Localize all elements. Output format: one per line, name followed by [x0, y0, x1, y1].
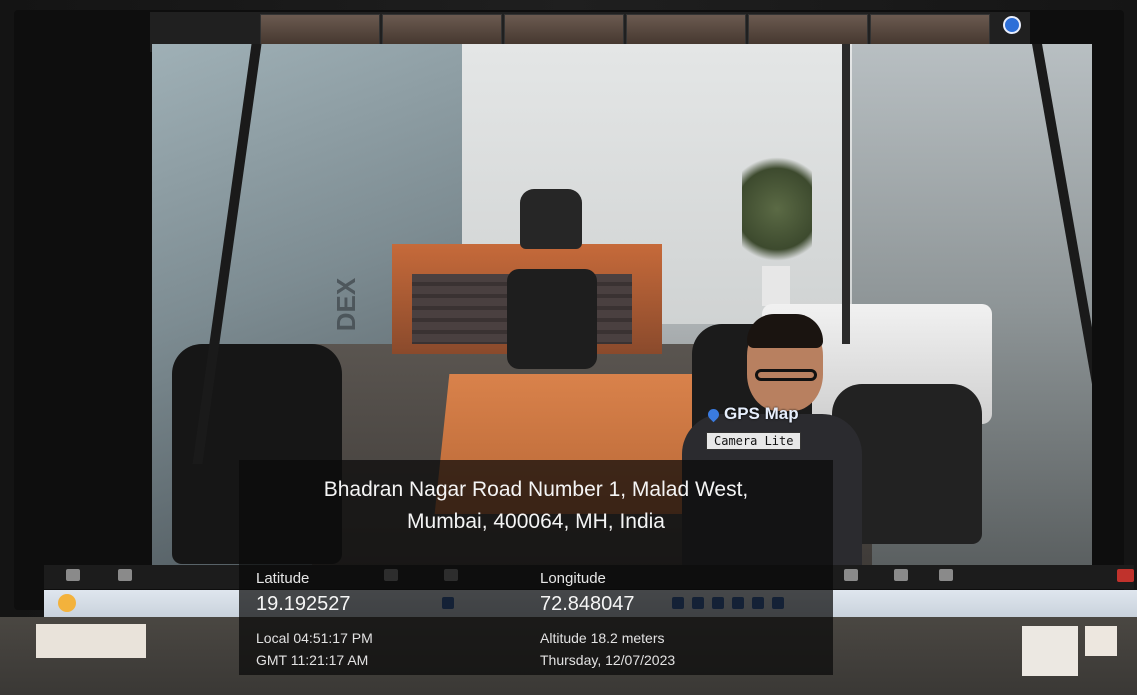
altitude: Altitude 18.2 meters [540, 630, 665, 646]
sticky-note [36, 624, 146, 658]
local-time: Local 04:51:17 PM [256, 630, 373, 646]
office-chair [507, 269, 597, 369]
toolbar-button[interactable] [894, 569, 908, 581]
sticky-note [1022, 626, 1078, 676]
glass-text: DEX [331, 277, 362, 332]
toolbar-button[interactable] [844, 569, 858, 581]
capture-date: Thursday, 12/07/2023 [540, 652, 676, 668]
photo-frame: DEX GPS Map Camera Lite Bhadran Nagar Ro… [0, 0, 1137, 695]
plant-pot [762, 266, 790, 306]
camera-lite-label: Camera Lite [706, 432, 802, 450]
gps-map-logo: GPS Map [705, 404, 799, 424]
zoom-badge-icon[interactable] [1003, 16, 1021, 34]
office-chair [520, 189, 582, 249]
address-line-1: Bhadran Nagar Road Number 1, Malad West, [323, 478, 749, 501]
end-meeting-icon[interactable] [1117, 569, 1134, 582]
longitude-label: Longitude [540, 570, 606, 587]
window-frame [842, 44, 850, 344]
person-hair [747, 314, 823, 348]
gps-app-name: GPS Map [724, 404, 799, 423]
address-line-2: Mumbai, 400064, MH, India [407, 510, 665, 533]
gps-info-overlay: Bhadran Nagar Road Number 1, Malad West,… [239, 460, 833, 675]
weather-icon[interactable] [58, 594, 76, 612]
potted-plant [742, 144, 812, 274]
eyeglasses [755, 369, 817, 381]
toolbar-button[interactable] [939, 569, 953, 581]
mute-button[interactable] [66, 569, 80, 581]
address-block: Bhadran Nagar Road Number 1, Malad West,… [239, 474, 833, 538]
sticky-note [1085, 626, 1117, 656]
longitude-value: 72.848047 [540, 593, 635, 615]
gmt-time: GMT 11:21:17 AM [256, 652, 369, 668]
latitude-label: Latitude [256, 570, 310, 587]
latitude-value: 19.192527 [256, 593, 351, 615]
video-button[interactable] [118, 569, 132, 581]
location-pin-icon [705, 406, 722, 423]
